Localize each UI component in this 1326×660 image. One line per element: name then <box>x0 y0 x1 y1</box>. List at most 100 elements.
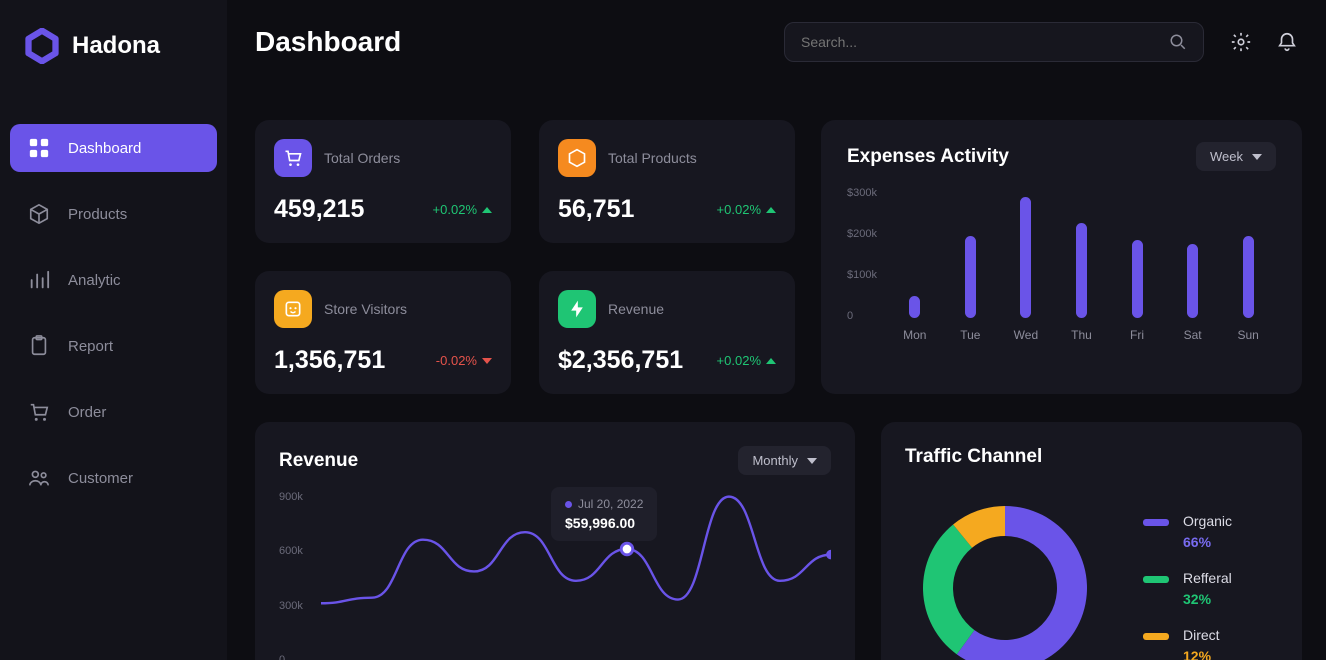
sidebar-item-label: Products <box>68 206 127 223</box>
stat-label: Store Visitors <box>324 301 407 317</box>
bar-label: Mon <box>903 328 926 342</box>
card-title: Expenses Activity <box>847 146 1009 168</box>
sidebar-item-report[interactable]: Report <box>10 322 217 370</box>
logo-icon <box>24 28 60 64</box>
search[interactable] <box>784 22 1204 62</box>
box-icon <box>558 139 596 177</box>
bar-col: Sun <box>1223 236 1273 342</box>
dot-icon <box>565 501 572 508</box>
arrow-up-icon <box>766 358 776 364</box>
expenses-period-selector[interactable]: Week <box>1196 142 1276 171</box>
bar-col: Wed <box>1001 197 1051 342</box>
revenue-period-selector[interactable]: Monthly <box>738 446 831 475</box>
sidebar-item-label: Analytic <box>68 272 121 289</box>
bar-label: Sun <box>1237 328 1258 342</box>
stat-change: -0.02% <box>436 353 492 368</box>
stat-change: +0.02% <box>717 202 776 217</box>
y-tick: 0 <box>847 310 877 322</box>
legend-value: 12% <box>1183 648 1220 660</box>
stat-value: 1,356,751 <box>274 346 385 375</box>
bar-label: Tue <box>960 328 980 342</box>
bar <box>965 236 976 318</box>
expenses-card: Expenses Activity Week $300k $200k $100k… <box>821 120 1302 394</box>
bar <box>1243 236 1254 318</box>
bar-col: Sat <box>1168 244 1218 342</box>
stat-label: Total Orders <box>324 150 400 166</box>
bar-col: Tue <box>945 236 995 342</box>
brand-name: Hadona <box>72 32 160 60</box>
bar <box>1076 223 1087 318</box>
sidebar-item-label: Report <box>68 338 113 355</box>
box-icon <box>28 203 50 225</box>
legend-swatch <box>1143 633 1169 640</box>
legend-swatch <box>1143 519 1169 526</box>
card-title: Traffic Channel <box>905 446 1042 467</box>
search-input[interactable] <box>801 34 1169 50</box>
legend-swatch <box>1143 576 1169 583</box>
legend-value: 66% <box>1183 534 1232 550</box>
y-tick: $300k <box>847 187 877 199</box>
stat-store-visitors: Store Visitors 1,356,751 -0.02% <box>255 271 511 394</box>
bar <box>1132 240 1143 318</box>
legend-item: Organic 66% <box>1143 513 1232 550</box>
settings-icon[interactable] <box>1230 31 1252 53</box>
users-icon <box>28 467 50 489</box>
dashboard-icon <box>28 137 50 159</box>
bar <box>1187 244 1198 318</box>
sidebar: Hadona Dashboard Products Analytic Repor… <box>0 0 227 660</box>
sidebar-item-label: Customer <box>68 470 133 487</box>
arrow-down-icon <box>482 358 492 364</box>
stat-value: 459,215 <box>274 195 364 224</box>
stat-label: Revenue <box>608 301 664 317</box>
stat-value: $2,356,751 <box>558 346 683 375</box>
sidebar-item-analytic[interactable]: Analytic <box>10 256 217 304</box>
cart-icon <box>28 401 50 423</box>
report-icon <box>28 335 50 357</box>
bell-icon[interactable] <box>1276 31 1298 53</box>
sidebar-item-label: Dashboard <box>68 140 141 157</box>
sidebar-item-label: Order <box>68 404 106 421</box>
sidebar-item-customer[interactable]: Customer <box>10 454 217 502</box>
analytics-icon <box>28 269 50 291</box>
bar-label: Thu <box>1071 328 1092 342</box>
stat-total-products: Total Products 56,751 +0.02% <box>539 120 795 243</box>
bar-col: Thu <box>1056 223 1106 342</box>
y-tick: 0 <box>279 654 303 660</box>
revenue-card: Revenue Monthly 900k 600k 300k 0 <box>255 422 855 660</box>
stat-label: Total Products <box>608 150 697 166</box>
stat-total-orders: Total Orders 459,215 +0.02% <box>255 120 511 243</box>
legend-item: Direct 12% <box>1143 627 1232 660</box>
y-tick: 900k <box>279 491 303 503</box>
traffic-donut-chart <box>905 488 1105 660</box>
bar-label: Fri <box>1130 328 1144 342</box>
bar <box>1020 197 1031 318</box>
card-title: Revenue <box>279 450 358 472</box>
sidebar-item-dashboard[interactable]: Dashboard <box>10 124 217 172</box>
legend-value: 32% <box>1183 591 1232 607</box>
sidebar-item-order[interactable]: Order <box>10 388 217 436</box>
header: Dashboard <box>227 0 1326 84</box>
sidebar-item-products[interactable]: Products <box>10 190 217 238</box>
chevron-down-icon <box>807 458 817 464</box>
stat-change: +0.02% <box>433 202 492 217</box>
cart-icon <box>274 139 312 177</box>
bar-col: Fri <box>1112 240 1162 342</box>
search-icon <box>1169 33 1187 51</box>
stat-revenue: Revenue $2,356,751 +0.02% <box>539 271 795 394</box>
legend-name: Organic <box>1183 513 1232 529</box>
y-tick: $100k <box>847 269 877 281</box>
bar-label: Sat <box>1184 328 1202 342</box>
chart-tooltip: Jul 20, 2022 $59,996.00 <box>551 487 657 541</box>
brand: Hadona <box>10 28 217 64</box>
y-tick: 300k <box>279 600 303 612</box>
legend-name: Direct <box>1183 627 1220 643</box>
stat-change: +0.02% <box>717 353 776 368</box>
bar-label: Wed <box>1014 328 1038 342</box>
stat-value: 56,751 <box>558 195 634 224</box>
arrow-up-icon <box>482 207 492 213</box>
legend-item: Refferal32% <box>1143 570 1232 607</box>
bolt-icon <box>558 290 596 328</box>
store-icon <box>274 290 312 328</box>
expenses-bar-chart: $300k $200k $100k 0 MonTueWedThuFriSatSu… <box>847 187 1276 342</box>
chevron-down-icon <box>1252 154 1262 160</box>
